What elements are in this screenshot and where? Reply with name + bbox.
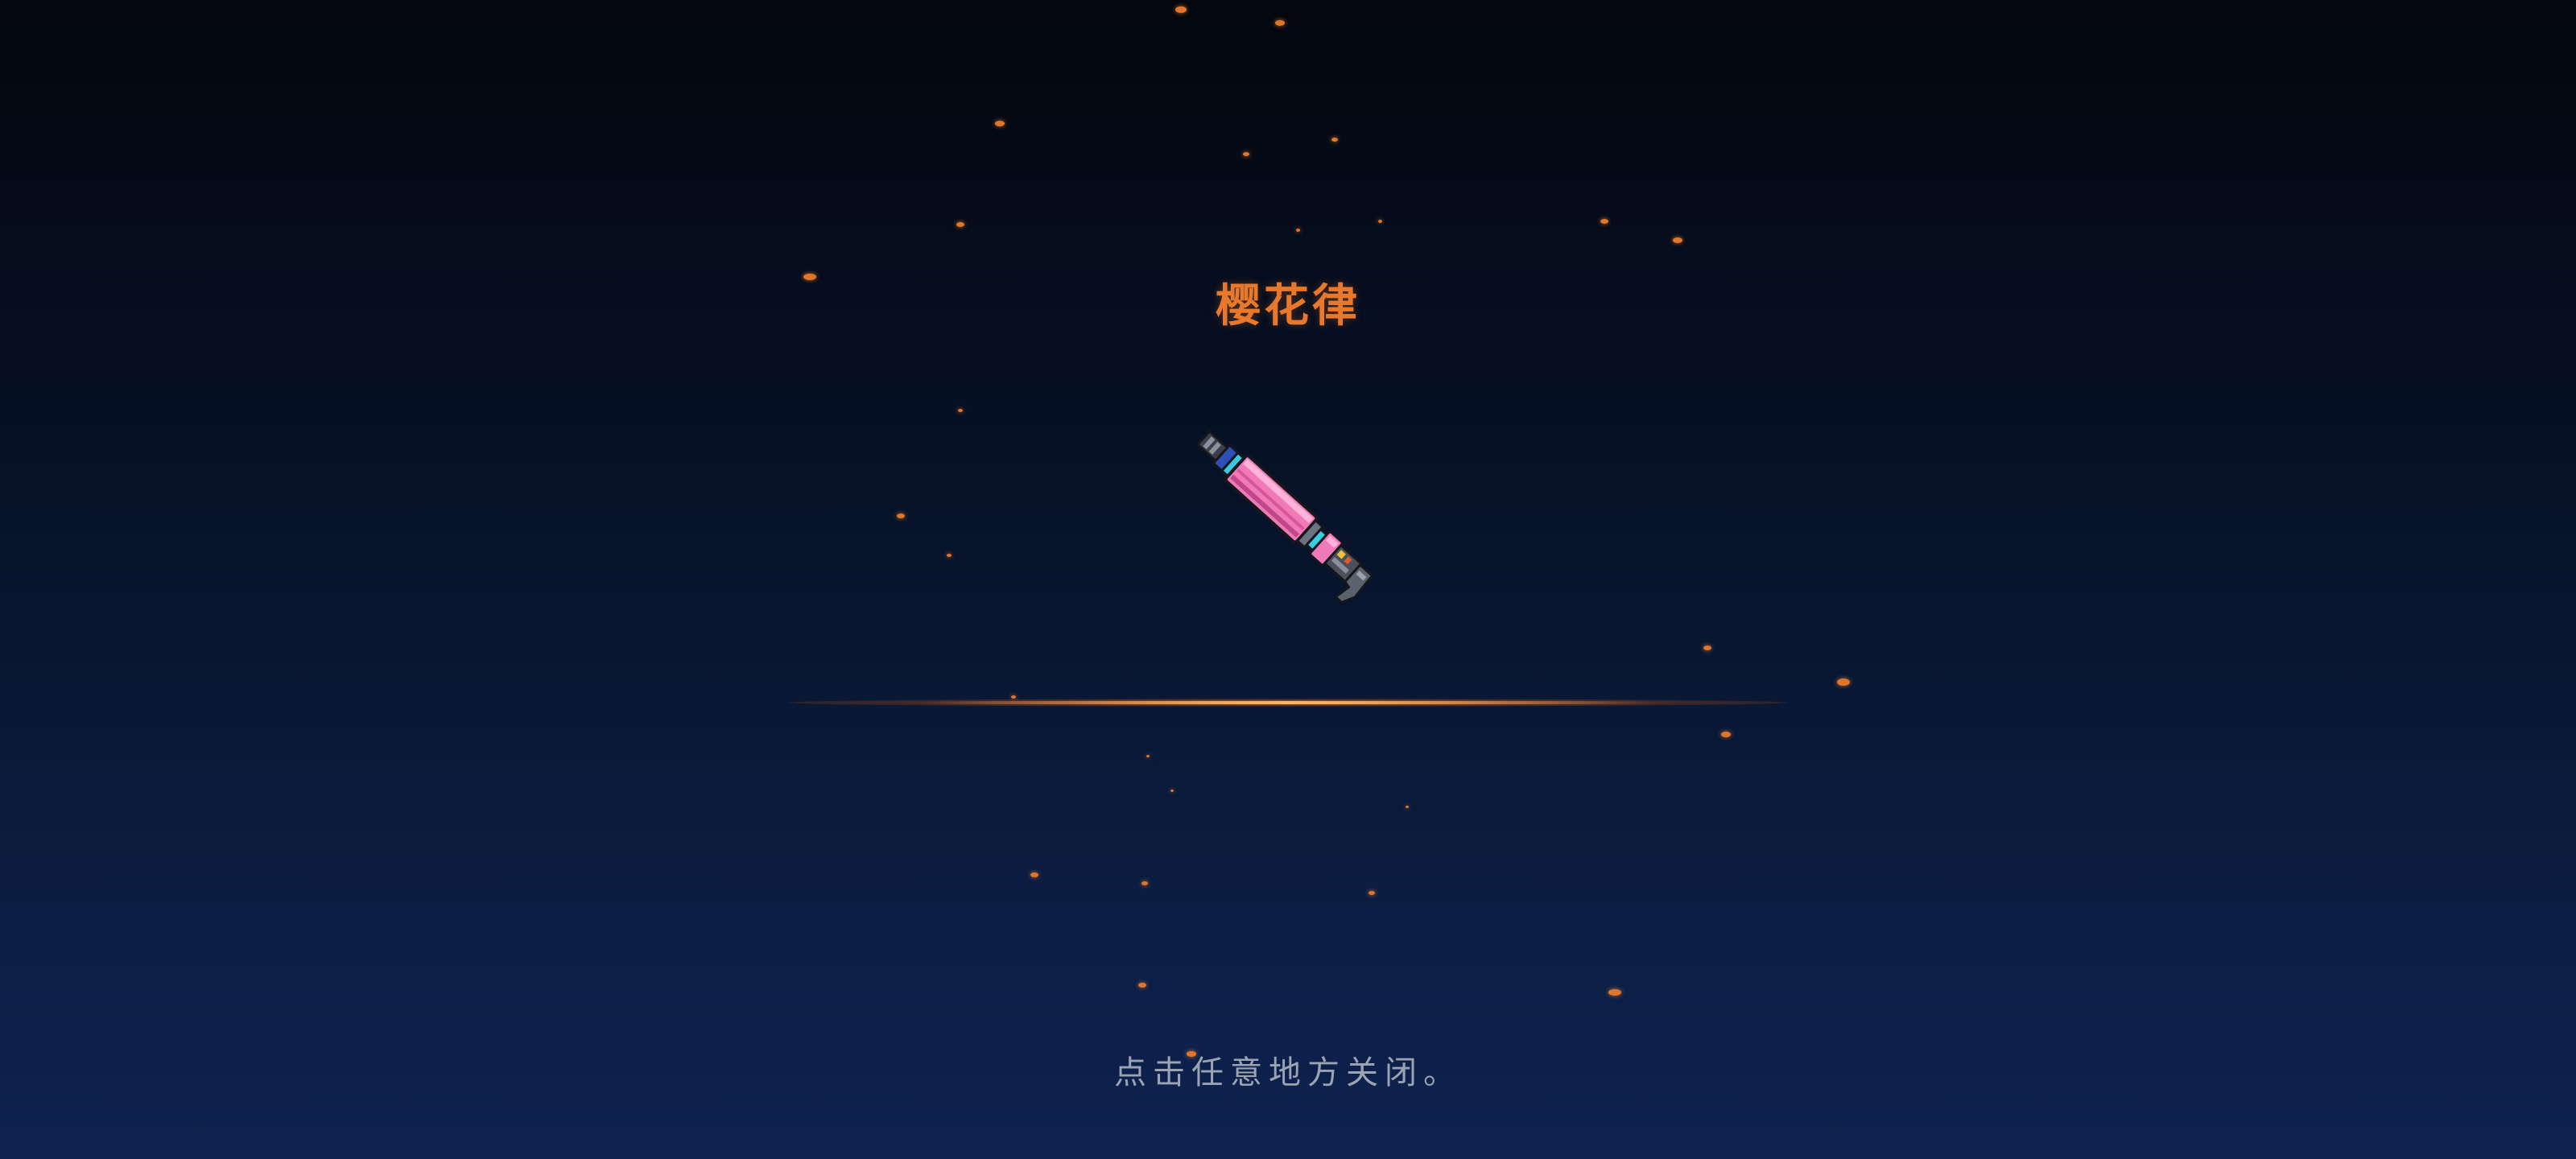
ember-particle [1703, 645, 1711, 650]
ember-particle [1170, 790, 1174, 792]
ember-particle [1030, 872, 1038, 877]
ember-particle [1331, 138, 1338, 142]
ember-particle [1406, 806, 1409, 808]
ember-particle [1138, 983, 1146, 988]
close-hint-text: 点击任意地方关闭。 [1114, 1054, 1462, 1091]
ember-particle [1146, 755, 1150, 757]
ember-particle [1721, 732, 1731, 737]
pink-laser-rifle-icon [1195, 429, 1374, 604]
ember-particle [1837, 678, 1850, 686]
ember-particle [1600, 219, 1608, 224]
ember-particle [1243, 152, 1249, 156]
ember-particle [956, 222, 964, 227]
ember-particle [1368, 891, 1375, 895]
item-name-title: 樱花律 [1216, 280, 1360, 332]
ember-particle [1141, 881, 1148, 885]
ember-particle [897, 514, 905, 518]
ember-particle [1175, 6, 1187, 13]
ember-particle [803, 274, 816, 280]
ember-particle [947, 554, 952, 557]
glow-divider-core [926, 701, 1650, 704]
ember-particle [1296, 229, 1300, 232]
ember-particle [958, 409, 963, 412]
ember-particle [1275, 20, 1285, 26]
ember-particle [1378, 220, 1382, 223]
ember-particle [1673, 237, 1682, 243]
reward-dismiss-area[interactable]: 樱花律 点击任意地方关闭。 [0, 0, 2576, 1159]
ember-particle [995, 121, 1005, 126]
ember-particle [1608, 989, 1621, 996]
ember-particle [1011, 695, 1016, 699]
